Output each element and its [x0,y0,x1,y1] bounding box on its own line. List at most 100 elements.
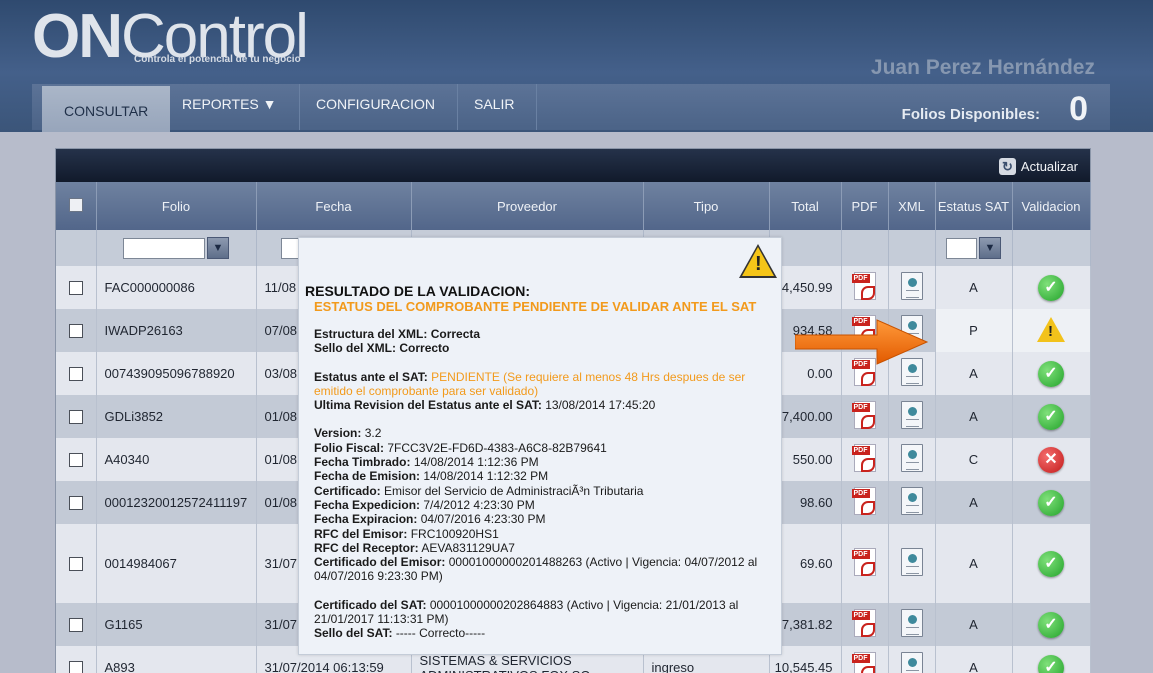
refresh-icon: ↻ [998,158,1016,175]
sello-sat-value: ----- Correcto----- [395,626,486,641]
certificado-value: Emisor del Servicio de AdministraciÃ³n T… [384,483,644,498]
estatus-sat-cell: P [935,309,1013,352]
folio-cell: 0014984067 [96,524,257,603]
estatus-sat-cell: A [935,603,1013,646]
version-value: 3.2 [364,426,382,441]
folio-cell: FAC000000086 [96,266,257,309]
check-circle-icon[interactable]: ✓ [1038,489,1064,516]
folio-cell: 007439095096788920 [96,352,257,395]
warning-triangle-icon[interactable]: ! [1037,316,1065,342]
logo: ONControl Controla el potencial de tu ne… [32,6,309,68]
folio-fiscal-value: 7FCC3V2E-FD6D-4383-A6C8-82B79641 [387,440,607,455]
folio-cell: 0001232001257241119​7 [96,481,257,524]
row-checkbox[interactable] [68,324,83,339]
estatus-sat-cell: A [935,481,1013,524]
sello-value: Correcto [399,341,450,356]
col-fecha[interactable]: Fecha [256,182,412,230]
folios-label: Folios Disponibles: [901,106,1040,123]
xml-icon[interactable] [900,272,923,300]
x-circle-icon[interactable]: ✕ [1038,446,1064,473]
folio-filter-input[interactable] [123,237,205,259]
warning-triangle-icon [739,244,777,278]
folio-cell: A893 [96,646,257,673]
xml-icon[interactable] [900,652,923,673]
pdf-icon[interactable] [851,548,876,576]
folio-cell: G1165 [96,603,257,646]
col-xml: XML [888,182,936,230]
pdf-icon[interactable] [851,401,876,429]
estatus-sat-cell: A [935,524,1013,603]
pdf-icon[interactable] [851,487,876,515]
popup-subtitle: ESTATUS DEL COMPROBANTE PENDIENTE DE VAL… [314,299,757,314]
funnel-icon[interactable]: ▼ [979,237,1001,259]
main-navbar: CONSULTAR REPORTES ▼ CONFIGURACION SALIR… [32,84,1110,132]
estatus-sat-cell: A [935,646,1013,673]
refresh-label: Actualizar [1020,159,1078,174]
check-circle-icon[interactable]: ✓ [1038,274,1064,301]
check-circle-icon[interactable]: ✓ [1038,360,1064,387]
logo-on: ON [32,2,123,71]
xml-icon[interactable] [900,487,923,515]
table-header-row: Folio Fecha Proveedor Tipo Total PDF XML… [56,182,1091,230]
row-checkbox[interactable] [68,618,83,633]
col-tipo[interactable]: Tipo [643,182,770,230]
folio-cell: GDLi3852 [96,395,257,438]
estatus-filter-input[interactable] [946,237,977,259]
col-pdf: PDF [841,182,889,230]
panel-toolbar: ↻ Actualizar [56,149,1090,182]
expedicion-value: 7/4/2012 4:23:30 PM [423,497,535,512]
xml-icon[interactable] [900,401,923,429]
folio-cell: IWADP26163 [96,309,257,352]
col-folio[interactable]: Folio [96,182,257,230]
folio-cell: A40340 [96,438,257,481]
estatus-sat-cell: A [935,266,1013,309]
check-circle-icon[interactable]: ✓ [1038,403,1064,430]
timbrado-value: 14/08/2014 1:12:36 PM [413,455,539,470]
rfc-emisor-value: FRC100920HS1 [410,526,499,541]
estatus-sat-cell: A [935,395,1013,438]
check-circle-icon[interactable]: ✓ [1038,611,1064,638]
emision-value: 14/08/2014 1:12:32 PM [423,469,549,484]
check-circle-icon[interactable]: ✓ [1038,654,1064,673]
validation-result-popup: RESULTADO DE LA VALIDACION: ESTATUS DEL … [298,237,782,655]
revision-value: 13/08/2014 17:45:20 [545,398,656,413]
row-checkbox[interactable] [68,496,83,511]
popup-title: RESULTADO DE LA VALIDACION: [305,283,531,299]
funnel-icon[interactable]: ▼ [207,237,229,259]
estatus-sat-cell: C [935,438,1013,481]
row-checkbox[interactable] [68,453,83,468]
row-checkbox[interactable] [68,410,83,425]
row-checkbox[interactable] [68,281,83,296]
nav-salir[interactable]: SALIR [452,84,538,130]
app-header: ONControl Controla el potencial de tu ne… [0,0,1153,132]
nav-reportes[interactable]: REPORTES ▼ [160,84,300,130]
pdf-icon[interactable] [851,444,876,472]
select-all-checkbox[interactable] [68,197,83,212]
user-name: Juan Perez Hernández [870,56,1095,79]
pdf-icon[interactable] [851,272,876,300]
estructura-value: Correcta [430,327,481,341]
xml-icon[interactable] [900,444,923,472]
logo-tagline: Controla el potencial de tu negocio [134,54,301,65]
nav-configuracion[interactable]: CONFIGURACION [294,84,458,130]
check-circle-icon[interactable]: ✓ [1038,550,1064,577]
row-checkbox[interactable] [68,661,83,673]
col-total[interactable]: Total [769,182,842,230]
row-checkbox[interactable] [68,557,83,572]
popup-body: Estructura del XML: Correcta Sello del X… [314,327,758,641]
col-estatus-sat[interactable]: Estatus SAT [935,182,1013,230]
row-checkbox[interactable] [68,367,83,382]
xml-icon[interactable] [900,548,923,576]
col-proveedor[interactable]: Proveedor [411,182,644,230]
rfc-receptor-value: AEVA831129UA7 [421,540,515,555]
estatus-sat-cell: A [935,352,1013,395]
pdf-icon[interactable] [851,609,876,637]
refresh-button[interactable]: ↻ Actualizar [998,158,1078,175]
col-validacion: Validacion [1012,182,1091,230]
nav-consultar[interactable]: CONSULTAR [42,86,171,132]
folios-count: 0 [1069,90,1088,128]
xml-icon[interactable] [900,609,923,637]
expiracion-value: 04/07/2016 4:23:30 PM [420,512,546,527]
pdf-icon[interactable] [851,652,876,673]
orange-arrow-icon [795,319,929,365]
